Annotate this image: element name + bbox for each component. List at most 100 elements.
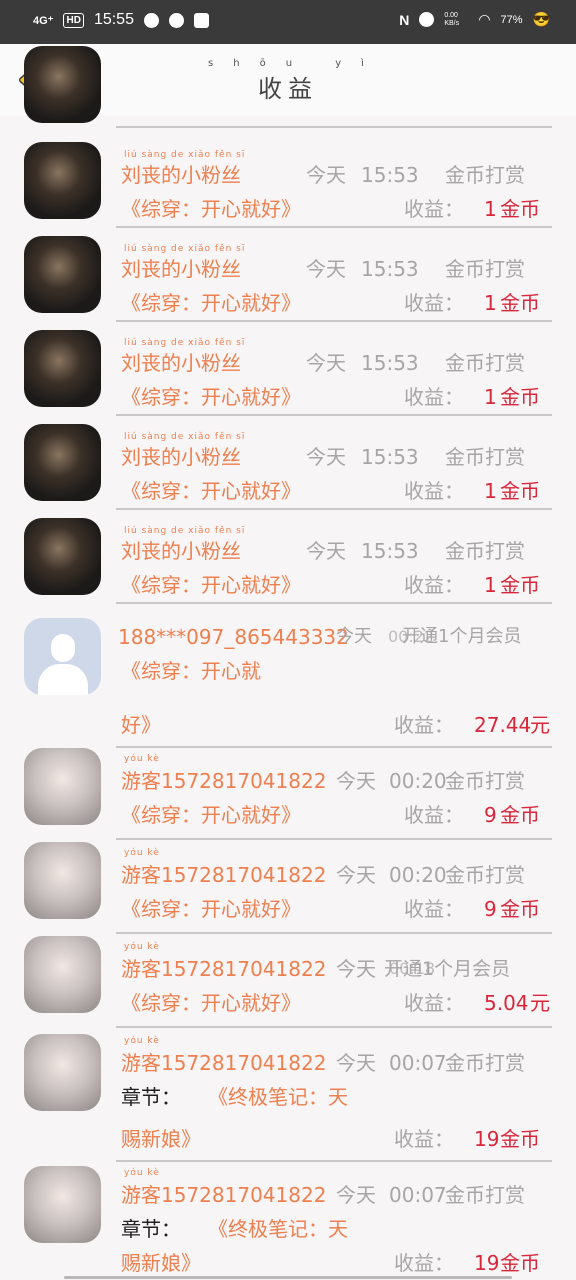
amount: 19 (474, 1251, 500, 1275)
date: 今天 (306, 163, 346, 187)
user-name: 游客1572817041822 (121, 1051, 327, 1075)
income-type: 金币打赏 (445, 445, 525, 469)
date: 今天 (336, 626, 372, 647)
amount: 9 (484, 803, 497, 827)
home-indicator[interactable] (64, 1276, 512, 1279)
divider (116, 508, 552, 510)
currency-unit: 金币 (500, 897, 540, 921)
avatar (24, 936, 101, 1013)
wifi-icon: ◠ (478, 11, 491, 27)
income-label: 收益： (404, 291, 464, 315)
list-item[interactable]: liú sàng de xiǎo fěn sī 刘丧的小粉丝 今天 15:53 … (0, 328, 576, 422)
income-type: 金币打赏 (445, 163, 525, 187)
chapter-label: 章节： (121, 1217, 181, 1241)
divider (116, 414, 552, 416)
currency-unit: 金币 (500, 479, 540, 503)
list-item[interactable]: yóu kè 游客1572817041822 今天 00:20 金币打赏 《综穿… (0, 746, 576, 840)
list-item[interactable]: yóu kè 游客1572817041822 今天 00:20 金币打赏 《综穿… (0, 840, 576, 934)
list-item[interactable]: liú sàng de xiǎo fěn sī 刘丧的小粉丝 今天 15:53 … (0, 422, 576, 516)
time: 15:53 (361, 351, 419, 375)
book-title: 《综穿：开心就好》 (121, 291, 301, 315)
name-pinyin: yóu kè (124, 942, 160, 952)
list-item[interactable]: 188***097_865443332 今天 00:22 开通1个月会员 《综穿… (0, 610, 576, 748)
avatar (24, 330, 101, 407)
user-name: 刘丧的小粉丝 (121, 257, 241, 281)
book-title: 《综穿：开心就好》 (121, 385, 301, 409)
list-item[interactable]: liú sàng de xiǎo fěn sī 刘丧的小粉丝 今天 15:53 … (0, 140, 576, 234)
divider (116, 320, 552, 322)
book-title-cont: 赐新娘》 (121, 1251, 201, 1275)
amount: 1 (484, 291, 497, 315)
book-title: 《综穿：开心就好》 (121, 803, 301, 827)
income-type: 金币打赏 (445, 769, 525, 793)
book-title: 《终极笔记：天 (208, 1085, 348, 1109)
avatar (24, 424, 101, 501)
list-item[interactable]: yóu kè 游客1572817041822 今天 00:07 金币打赏 章节：… (0, 1160, 576, 1280)
name-pinyin: liú sàng de xiǎo fěn sī (124, 338, 246, 348)
avatar (24, 842, 101, 919)
avatar (24, 618, 101, 695)
amount: 1 (484, 573, 497, 597)
list-item[interactable]: liú sàng de xiǎo fěn sī 刘丧的小粉丝 今天 15:53 … (0, 516, 576, 610)
amount: 5.04 (484, 991, 529, 1015)
name-pinyin: liú sàng de xiǎo fěn sī (124, 244, 246, 254)
avatar (24, 1034, 101, 1111)
user-name: 游客1572817041822 (121, 957, 327, 981)
amount: 9 (484, 897, 497, 921)
user-name: 刘丧的小粉丝 (121, 163, 241, 187)
name-pinyin: liú sàng de xiǎo fěn sī (124, 432, 246, 442)
name-pinyin: yóu kè (124, 848, 160, 858)
income-type: 金币打赏 (445, 257, 525, 281)
page-title-text: 收益 (258, 75, 318, 103)
user-name: 刘丧的小粉丝 (121, 445, 241, 469)
gauge-icon (168, 12, 184, 28)
date: 今天 (336, 863, 376, 887)
currency-unit: 金币 (500, 803, 540, 827)
currency-unit: 金币 (500, 197, 540, 221)
date: 今天 (306, 351, 346, 375)
income-type: 开通1个月会员 (402, 626, 522, 647)
income-type: 金币打赏 (445, 863, 525, 887)
income-type: 金币打赏 (445, 1183, 525, 1207)
user-name: 刘丧的小粉丝 (121, 351, 241, 375)
divider (116, 602, 552, 604)
currency-unit: 金币 (500, 385, 540, 409)
nfc-icon: N (399, 11, 410, 28)
avatar (24, 46, 101, 123)
income-label: 收益： (404, 991, 464, 1015)
list-item[interactable]: yóu kè 游客1572817041822 今天 00:18 开通1个月会员 … (0, 934, 576, 1028)
time: 00:20 (389, 769, 447, 793)
status-bar: 4G⁺ HD 15:55 N 0.00 KB/s ◠ 77% 😎 (0, 0, 576, 44)
income-type: 开通1个月会员 (384, 958, 511, 980)
alarm-icon (419, 12, 435, 27)
emoji-icon: 😎 (532, 11, 550, 27)
divider (116, 126, 552, 128)
amount: 1 (484, 479, 497, 503)
amount: 1 (484, 385, 497, 409)
amount: 27.44 (474, 713, 532, 737)
divider (116, 226, 552, 228)
time: 15:53 (361, 257, 419, 281)
income-type: 金币打赏 (445, 539, 525, 563)
avatar (24, 1166, 101, 1243)
list-item[interactable]: liú sàng de xiǎo fěn sī 刘丧的小粉丝 今天 15:53 … (0, 234, 576, 328)
time: 15:53 (361, 445, 419, 469)
book-title: 《综穿：开心就好》 (121, 479, 301, 503)
user-name: 刘丧的小粉丝 (121, 539, 241, 563)
book-title: 《综穿：开心就好》 (121, 897, 301, 921)
name-pinyin: liú sàng de xiǎo fěn sī (124, 150, 246, 160)
time: 00:07 (389, 1183, 447, 1207)
date: 今天 (306, 539, 346, 563)
user-name: 游客1572817041822 (121, 769, 327, 793)
date: 今天 (306, 445, 346, 469)
income-label: 收益： (404, 573, 464, 597)
list-item (0, 46, 576, 128)
date: 今天 (336, 769, 376, 793)
currency-unit: 金币 (500, 291, 540, 315)
date: 今天 (306, 257, 346, 281)
battery-level: 77% (500, 13, 523, 26)
book-title: 《综穿：开心就好》 (121, 197, 301, 221)
hd-badge: HD (63, 12, 84, 28)
amount: 19 (474, 1127, 500, 1151)
list-item[interactable]: yóu kè 游客1572817041822 今天 00:07 金币打赏 章节：… (0, 1028, 576, 1162)
